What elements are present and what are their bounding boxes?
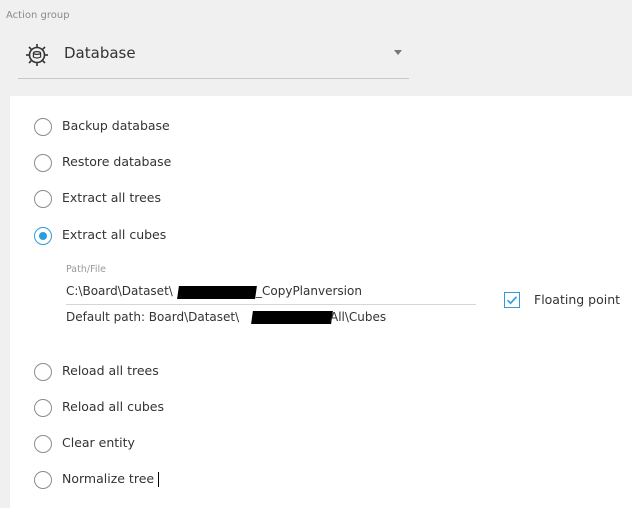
radio-label: Backup database [62,118,170,133]
radio-button-icon [34,118,52,136]
radio-label: Reload all cubes [62,399,165,414]
checkbox-checked-icon [504,292,520,308]
radio-label: Clear entity [62,435,135,450]
action-group-label: Action group [6,10,70,21]
default-path-prefix: Default path: Board\Dataset\ [66,310,240,324]
database-gear-icon [24,42,50,68]
radio-label: Reload all trees [62,363,159,378]
radio-label: Restore database [62,154,172,169]
radio-button-icon [34,471,52,489]
radio-label: Extract all trees [62,190,161,205]
action-options-panel: Backup database Restore database Extract… [10,96,632,508]
path-file-value-suffix: _CopyPlanversion [256,284,362,298]
action-group-value: Database [64,44,136,62]
default-path-suffix: All\Cubes [330,310,387,324]
radio-label: Normalize tree [62,471,155,486]
radio-button-icon [34,399,52,417]
floating-point-label: Floating point [534,292,621,307]
radio-button-icon [34,363,52,381]
chevron-down-icon [394,50,402,55]
radio-button-icon [34,190,52,208]
radio-button-icon [34,435,52,453]
path-file-value-prefix: C:\Board\Dataset\ [66,284,173,298]
radio-label: Extract all cubes [62,227,167,242]
action-group-dropdown[interactable]: Database [18,36,409,79]
radio-button-selected-icon [34,227,52,245]
path-file-input[interactable]: C:\Board\Dataset\ _CopyPlanversion [66,282,476,305]
radio-button-icon [34,154,52,172]
redaction-block [251,311,333,324]
action-editor: Action group Database Backup database Re… [0,0,632,508]
redaction-block [177,286,257,299]
path-file-label: Path/File [66,264,106,275]
action-group-panel: Action group Database [0,0,632,96]
mouse-text-cursor [158,472,159,487]
